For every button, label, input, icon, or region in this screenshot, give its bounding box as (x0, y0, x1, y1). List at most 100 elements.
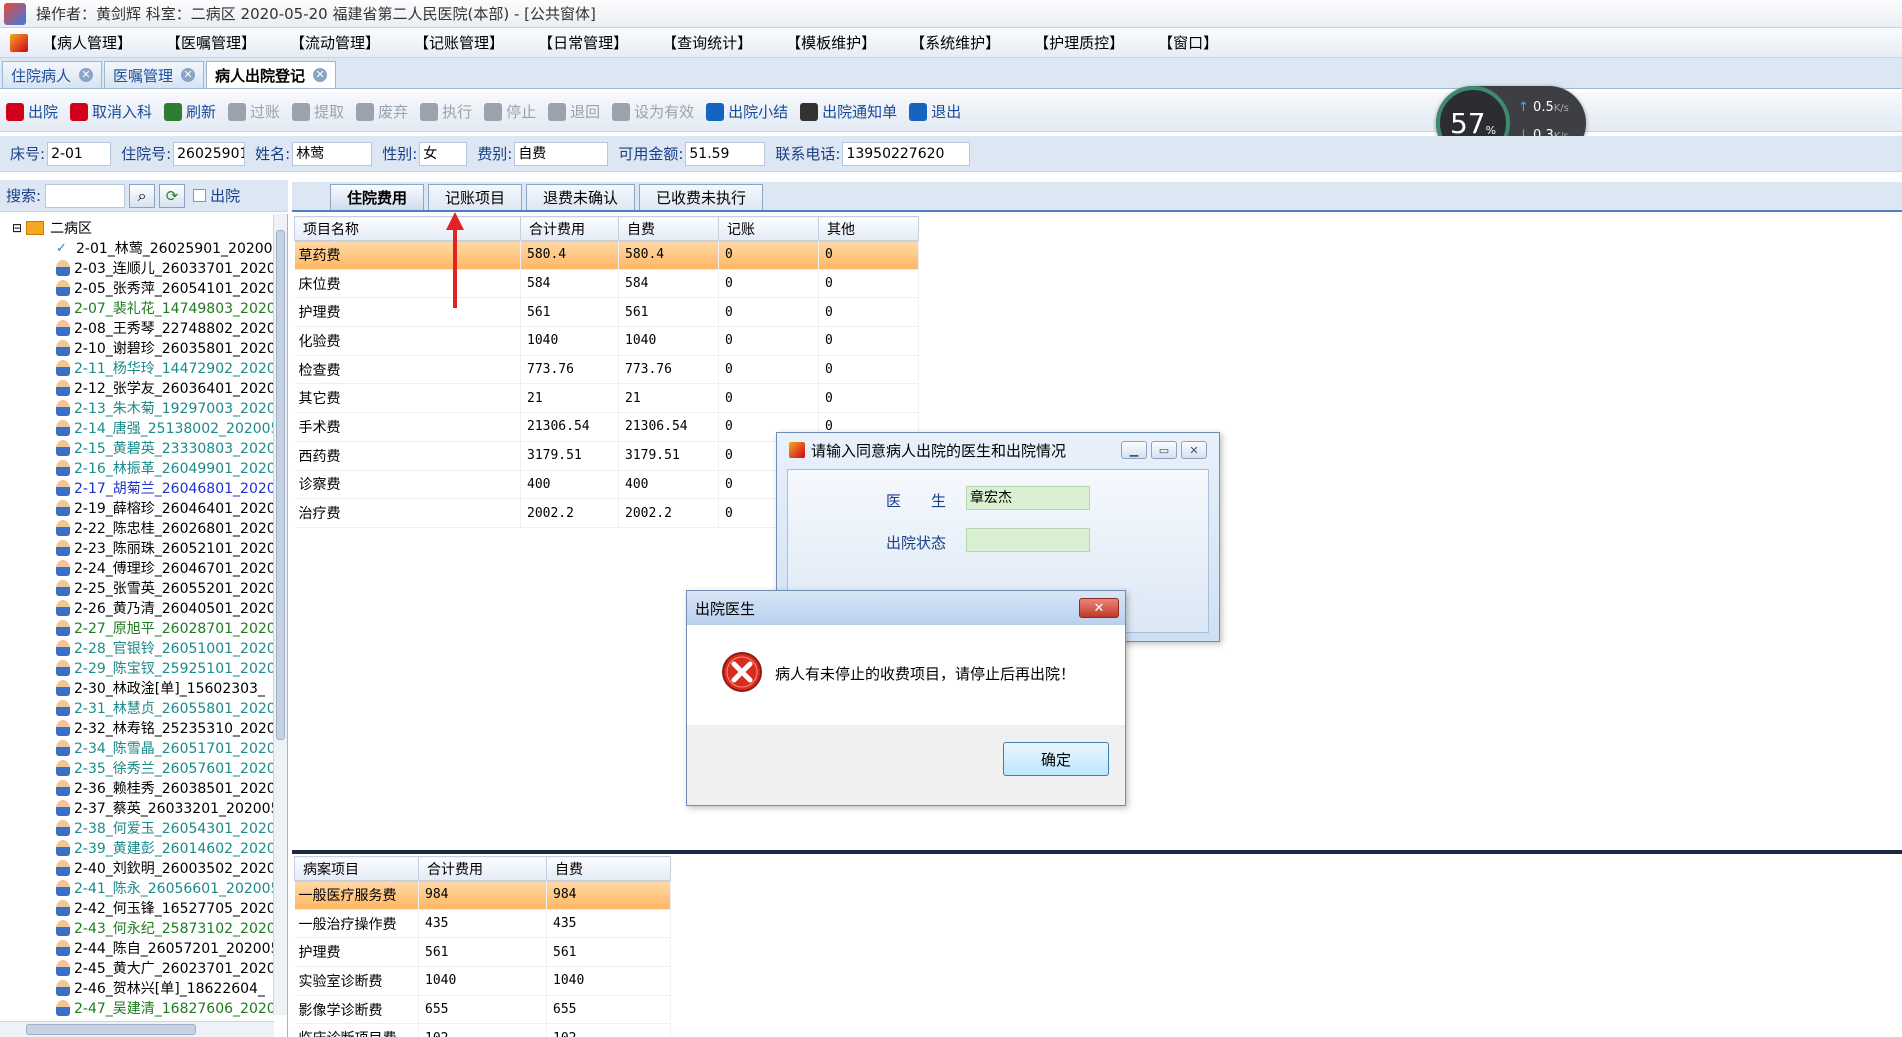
tab-charged-unexecuted[interactable]: 已收费未执行 (639, 184, 764, 210)
menu-daily-management[interactable]: 【日常管理】 (538, 32, 628, 53)
tree-item-patient[interactable]: 2-38_何爱玉_26054301_2020 (56, 818, 276, 838)
error-dialog-close-button[interactable]: ✕ (1079, 598, 1119, 618)
menu-system-maintenance[interactable]: 【系统维护】 (910, 32, 1000, 53)
toolbar-button-refresh[interactable]: 刷新 (164, 101, 216, 122)
table-row[interactable]: 护理费 561 561 (294, 937, 671, 968)
tree-item-patient[interactable]: 2-17_胡菊兰_26046801_2020 (56, 478, 276, 498)
balance-field[interactable]: 51.59 (685, 141, 766, 166)
tree-item-patient[interactable]: 2-19_薛榕珍_26046401_2020 (56, 498, 276, 518)
tree-item-patient[interactable]: 2-11_杨华玲_14472902_2020 (56, 358, 276, 378)
toolbar-button-discharge[interactable]: 出院 (6, 101, 58, 122)
tree-item-patient[interactable]: 2-28_官银铃_26051001_2020 (56, 638, 276, 658)
close-icon[interactable]: ✕ (181, 68, 196, 82)
tree-item-patient[interactable]: 2-42_何玉锋_16527705_2020 (56, 898, 276, 918)
search-input[interactable] (45, 183, 126, 208)
tree-item-patient[interactable]: 2-44_陈自_26057201_202005 (56, 938, 279, 958)
tab-accounting-items[interactable]: 记账项目 (428, 184, 523, 210)
fee-col-self[interactable]: 自费 (618, 216, 719, 241)
table-row[interactable]: 护理费 561 561 0 0 (294, 297, 919, 328)
table-row[interactable]: 临床诊断项目费102102 (294, 1023, 671, 1037)
tree-root[interactable]: ⊟ 二病区 (12, 218, 92, 238)
tree-item-patient[interactable]: 2-15_黄碧英_23330803_2020 (56, 438, 276, 458)
menu-orders-management[interactable]: 【医嘱管理】 (166, 32, 256, 53)
doc-tab-discharge[interactable]: 病人出院登记 ✕ (206, 61, 337, 88)
menu-query-statistics[interactable]: 【查询统计】 (662, 32, 752, 53)
tree-item-patient[interactable]: 2-10_谢碧珍_26035801_2020 (56, 338, 276, 358)
tree-item-patient[interactable]: 2-45_黄大广_26023701_2020 (56, 958, 276, 978)
doc-tab-orders[interactable]: 医嘱管理 ✕ (104, 61, 205, 88)
tab-inpatient-fees[interactable]: 住院费用 (330, 184, 425, 210)
tree-item-patient[interactable]: 2-34_陈雪晶_26051701_2020 (56, 738, 276, 758)
case-col-total[interactable]: 合计费用 (418, 856, 547, 881)
toolbar-button-printer[interactable]: 出院通知单 (800, 101, 897, 122)
close-button[interactable]: ✕ (1181, 441, 1207, 459)
admission-field[interactable]: 26025901 (173, 141, 246, 166)
toolbar-button-extract[interactable]: 提取 (292, 101, 344, 122)
menu-nursing-qc[interactable]: 【护理质控】 (1034, 32, 1124, 53)
toolbar-button-return[interactable]: 退回 (548, 101, 600, 122)
toolbar-button-summary[interactable]: 出院小结 (706, 101, 788, 122)
tree-item-patient[interactable]: 2-25_张雪英_26055201_2020 (56, 578, 276, 598)
doc-tab-inpatients[interactable]: 住院病人 ✕ (2, 61, 103, 88)
close-icon[interactable]: ✕ (79, 68, 94, 82)
toolbar-button-cancel-admit[interactable]: 取消入科 (70, 101, 152, 122)
tree-item-patient[interactable]: 2-14_唐强_25138002_202005 (56, 418, 279, 438)
tree-item-patient[interactable]: 2-24_傅理珍_26046701_2020 (56, 558, 276, 578)
tree-item-patient[interactable]: 2-43_何永纪_25873102_2020 (56, 918, 276, 938)
tree-item-patient[interactable]: 2-37_蔡英_26033201_202005 (56, 798, 279, 818)
fee-type-field[interactable]: 自费 (514, 141, 609, 166)
tree-item-patient[interactable]: 2-03_连顺儿_26033701_2020 (56, 258, 276, 278)
tree-item-patient[interactable]: 2-31_林慧贞_26055801_2020 (56, 698, 276, 718)
toolbar-button-post[interactable]: 过账 (228, 101, 280, 122)
fee-col-item[interactable]: 项目名称 (294, 216, 521, 241)
tree-item-patient[interactable]: 2-29_陈宝钗_25925101_2020 (56, 658, 276, 678)
tree-item-patient[interactable]: 2-13_朱木菊_19297003_2020 (56, 398, 276, 418)
tree-item-patient[interactable]: 2-39_黄建彭_26014602_2020 (56, 838, 276, 858)
toolbar-button-exit[interactable]: 退出 (909, 101, 961, 122)
tree-item-patient[interactable]: 2-12_张学友_26036401_2020 (56, 378, 276, 398)
tree-item-patient[interactable]: 2-46_贺林兴[单]_18622604_ (56, 978, 265, 998)
table-row[interactable]: 一般医疗服务费 984 984 (294, 880, 671, 910)
tree-item-patient[interactable]: 2-32_林寿铭_25235310_2020 (56, 718, 276, 738)
table-row[interactable]: 影像学诊断费 655 655 (294, 995, 671, 1025)
tree-item-patient[interactable]: 2-08_王秀琴_22748802_2020 (56, 318, 276, 338)
tree-item-patient[interactable]: 2-41_陈永_26056601_202005 (56, 878, 279, 898)
menu-patient-management[interactable]: 【病人管理】 (42, 32, 132, 53)
tree-item-patient[interactable]: 2-22_陈忠桂_26026801_2020 (56, 518, 276, 538)
case-col-self[interactable]: 自费 (546, 856, 671, 881)
discharged-checkbox[interactable] (193, 189, 207, 202)
toolbar-button-stop[interactable]: 停止 (484, 101, 536, 122)
phone-field[interactable]: 13950227620 (842, 141, 971, 166)
table-row[interactable]: 其它费 21 21 0 0 (294, 383, 919, 414)
gender-field[interactable]: 女 (419, 141, 468, 166)
refresh-tree-button[interactable]: ⟳ (159, 183, 186, 208)
case-col-item[interactable]: 病案项目 (294, 856, 419, 881)
table-row[interactable]: 草药费 580.4 580.4 0 0 (294, 240, 919, 270)
tree-item-patient[interactable]: 2-07_裴礼花_14749803_2020 (56, 298, 276, 318)
menu-app-icon[interactable] (10, 33, 28, 52)
menu-template-maintenance[interactable]: 【模板维护】 (786, 32, 876, 53)
table-row[interactable]: 一般治疗操作费 435 435 (294, 909, 671, 939)
table-row[interactable]: 床位费 584 584 0 0 (294, 269, 919, 299)
tree-item-patient[interactable]: 2-30_林政淦[单]_15602303_ (56, 678, 265, 698)
toolbar-button-trash[interactable]: 废弃 (356, 101, 408, 122)
minimize-button[interactable]: ▁ (1121, 441, 1147, 459)
table-row[interactable]: 化验费 1040 1040 0 0 (294, 326, 919, 356)
table-row[interactable]: 实验室诊断费 1040 1040 (294, 966, 671, 996)
tree-item-patient[interactable]: 2-26_黄乃清_26040501_2020 (56, 598, 276, 618)
collapse-icon[interactable]: ⊟ (12, 221, 22, 235)
toolbar-button-execute[interactable]: 执行 (420, 101, 472, 122)
search-button[interactable]: ⌕ (129, 183, 156, 208)
tree-item-patient[interactable]: 2-47_吴建清_16827606_2020 (56, 998, 276, 1018)
fee-col-total[interactable]: 合计费用 (520, 216, 619, 241)
tree-item-patient[interactable]: 2-40_刘欽明_26003502_2020 (56, 858, 276, 878)
menu-flow-management[interactable]: 【流动管理】 (290, 32, 380, 53)
scrollbar-thumb[interactable] (26, 1024, 196, 1035)
tree-item-patient[interactable]: 2-05_张秀萍_26054101_2020 (56, 278, 276, 298)
doctor-input[interactable]: 章宏杰 (966, 486, 1090, 510)
bed-field[interactable]: 2-01 (47, 141, 112, 166)
tree-item-patient[interactable]: 2-27_原旭平_26028701_2020 (56, 618, 276, 638)
scrollbar-thumb[interactable] (276, 230, 285, 740)
fee-col-account[interactable]: 记账 (718, 216, 819, 241)
fee-col-other[interactable]: 其他 (818, 216, 919, 241)
